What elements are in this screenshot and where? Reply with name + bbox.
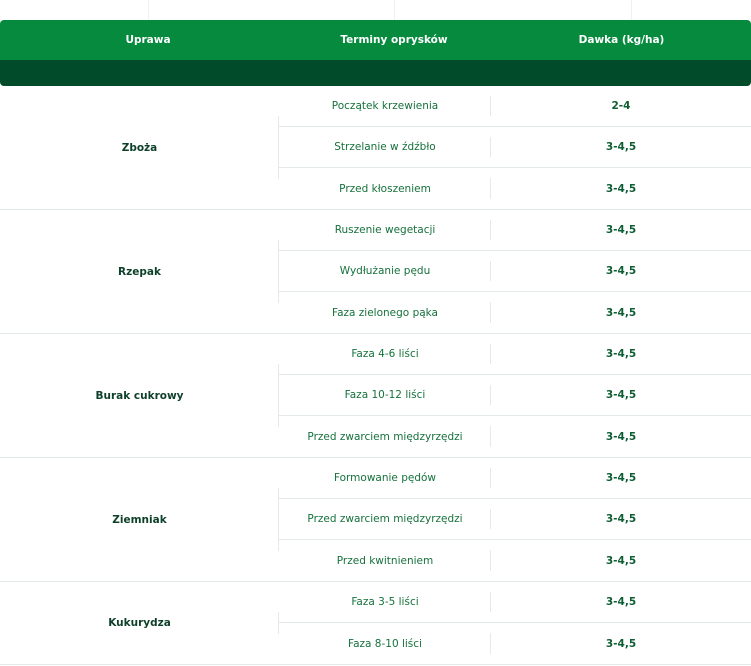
crop-group: Burak cukrowy Faza 4-6 liści 3-4,5 Faza 10-… [0,334,751,458]
term-rows: Faza 4-6 liści 3-4,5 Faza 10-12 liści 3-4,5… [279,334,751,457]
table-row: Początek krzewienia 2-4 [279,86,751,127]
table-row: Strzelanie w źdźbło 3-4,5 [279,127,751,168]
top-strip [0,0,751,20]
crop-group: Kukurydza Faza 3-5 liści 3-4,5 Faza 8-10 li… [0,582,751,665]
table-row: Faza 4-6 liści 3-4,5 [279,334,751,375]
dose-cell: 3-4,5 [605,224,637,236]
dose-cell: 2-4 [611,100,631,112]
term-cell: Formowanie pędów [279,458,491,498]
header-dose: Dawka (kg/ha) [578,34,665,46]
dose-cell: 3-4,5 [605,141,637,153]
dose-cell: 3-4,5 [605,182,637,195]
term-cell: Faza 10-12 liści [279,375,491,415]
dose-cell: 3-4,5 [605,513,637,525]
crop-cell: Burak cukrowy [0,334,279,457]
term-cell: Przed zwarciem międzyrzędzi [279,416,491,457]
table-row: Faza 10-12 liści 3-4,5 [279,375,751,416]
dose-cell: 3-4,5 [605,306,637,319]
term-cell: Strzelanie w źdźbło [279,127,491,167]
crop-name: Kukurydza [108,617,171,629]
dose-cell: 3-4,5 [605,472,637,484]
top-divider [148,0,149,20]
table-row: Przed zwarciem międzyrzędzi 3-4,5 [279,499,751,540]
table-row: Faza 3-5 liści 3-4,5 [279,582,751,623]
dose-cell: 3-4,5 [605,596,637,608]
crop-name: Ziemniak [112,513,167,526]
crop-cell: Zboża [0,86,279,209]
crop-cell: Kukurydza [0,582,279,664]
table-row: Przed kłoszeniem 3-4,5 [279,168,751,209]
term-cell: Faza 3-5 liści [279,582,491,622]
table-row: Ruszenie wegetacji 3-4,5 [279,210,751,251]
dose-cell: 3-4,5 [605,389,637,401]
top-divider [631,0,632,20]
table-row: Przed zwarciem międzyrzędzi 3-4,5 [279,416,751,457]
table-row: Formowanie pędów 3-4,5 [279,458,751,499]
crop-group: Rzepak Ruszenie wegetacji 3-4,5 Wydłużanie … [0,210,751,334]
crop-group: Zboża Początek krzewienia 2-4 Strzelanie w … [0,86,751,210]
top-divider [394,0,395,20]
term-cell: Przed kwitnieniem [279,540,491,581]
term-rows: Faza 3-5 liści 3-4,5 Faza 8-10 liści 3-4,5 [279,582,751,664]
header-term: Terminy oprysków [340,34,448,46]
crop-group: Ziemniak Formowanie pędów 3-4,5 Przed zwarc… [0,458,751,582]
header-crop: Uprawa [125,34,171,46]
table-row: Faza 8-10 liści 3-4,5 [279,623,751,664]
crop-name: Burak cukrowy [95,389,184,402]
crop-name: Rzepak [118,265,161,278]
term-rows: Formowanie pędów 3-4,5 Przed zwarciem międ… [279,458,751,581]
term-rows: Ruszenie wegetacji 3-4,5 Wydłużanie pędu 3-… [279,210,751,333]
table-header: Uprawa Terminy oprysków Dawka (kg/ha) [0,20,751,60]
dose-cell: 3-4,5 [605,637,637,650]
table-row: Przed kwitnieniem 3-4,5 [279,540,751,581]
crop-cell: Rzepak [0,210,279,333]
table-body: Zboża Początek krzewienia 2-4 Strzelanie w … [0,86,751,665]
page: Uprawa Terminy oprysków Dawka (kg/ha) Zb… [0,0,751,666]
table-row: Faza zielonego pąka 3-4,5 [279,292,751,333]
term-cell: Początek krzewienia [279,86,491,126]
crop-cell: Ziemniak [0,458,279,581]
dose-cell: 3-4,5 [605,265,637,277]
term-cell: Ruszenie wegetacji [279,210,491,250]
term-cell: Faza 4-6 liści [279,334,491,374]
term-cell: Przed zwarciem międzyrzędzi [279,499,491,539]
dose-cell: 3-4,5 [605,554,637,567]
term-cell: Przed kłoszeniem [279,168,491,209]
term-rows: Początek krzewienia 2-4 Strzelanie w źdźbł… [279,86,751,209]
table-subheader [0,60,751,86]
term-cell: Faza zielonego pąka [279,292,491,333]
table-row: Wydłużanie pędu 3-4,5 [279,251,751,292]
crop-name: Zboża [121,141,158,154]
dose-cell: 3-4,5 [605,430,637,443]
term-cell: Wydłużanie pędu [279,251,491,291]
term-cell: Faza 8-10 liści [279,623,491,664]
dose-cell: 3-4,5 [605,348,637,360]
